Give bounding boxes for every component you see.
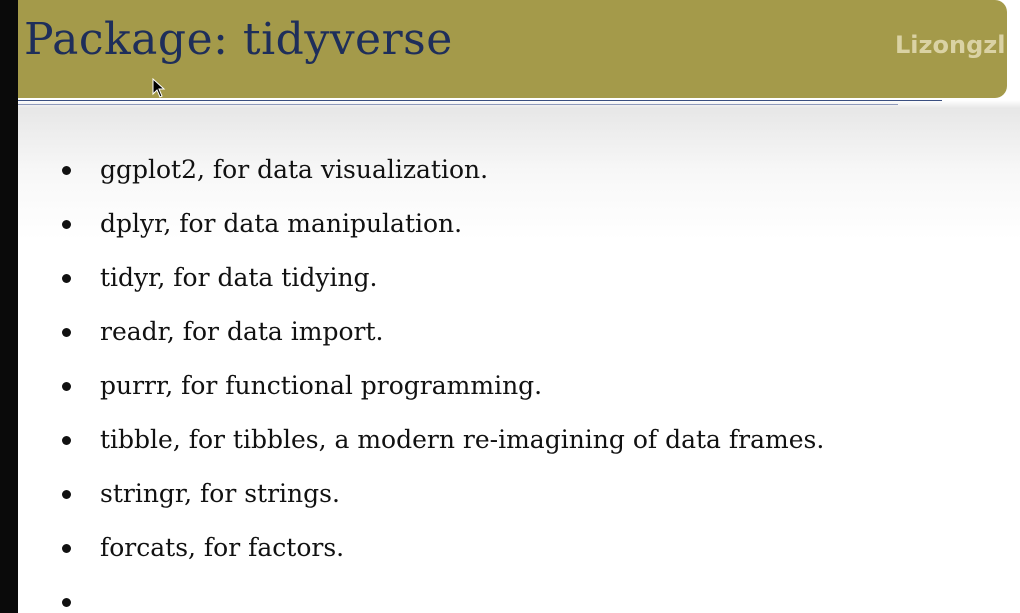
bullet-text: readr, for data import. — [100, 317, 384, 346]
bullet-icon — [62, 166, 71, 175]
bullet-list: ggplot2, for data visualization. dplyr, … — [58, 143, 824, 613]
bullet-icon — [62, 382, 71, 391]
list-item: stringr, for strings. — [58, 467, 824, 521]
bullet-icon — [62, 274, 71, 283]
list-item: tibble, for tibbles, a modern re-imagini… — [58, 413, 824, 467]
bullet-icon — [62, 328, 71, 337]
bullet-text: forcats, for factors. — [100, 533, 345, 562]
screen-frame: Package: tidyverse Lizongzl ggplot2, for… — [0, 0, 1020, 613]
bullet-text: tidyr, for data tidying. — [100, 263, 378, 292]
bullet-icon — [62, 544, 71, 553]
list-item: dplyr, for data manipulation. — [58, 197, 824, 251]
list-item: forcats, for factors. — [58, 521, 824, 575]
left-window-edge — [0, 0, 18, 613]
list-item: ggplot2, for data visualization. — [58, 143, 824, 197]
list-item: readr, for data import. — [58, 305, 824, 359]
bullet-text: dplyr, for data manipulation. — [100, 209, 463, 238]
list-item: purrr, for functional programming. — [58, 359, 824, 413]
bullet-text: stringr, for strings. — [100, 479, 340, 508]
bullet-icon — [62, 490, 71, 499]
slide-title: Package: tidyverse — [24, 14, 453, 65]
list-item — [58, 575, 824, 613]
bullet-text: tibble, for tibbles, a modern re-imagini… — [100, 425, 825, 454]
title-bar: Package: tidyverse Lizongzl — [18, 0, 1007, 98]
list-item: tidyr, for data tidying. — [58, 251, 824, 305]
title-underline — [18, 100, 942, 101]
bullet-text: purrr, for functional programming. — [100, 371, 543, 400]
presentation-slide: Package: tidyverse Lizongzl ggplot2, for… — [18, 0, 1020, 613]
bullet-icon — [62, 598, 71, 607]
watermark-text: Lizongzl — [895, 31, 1006, 59]
bullet-icon — [62, 436, 71, 445]
bullet-text: ggplot2, for data visualization. — [100, 155, 489, 184]
bullet-icon — [62, 220, 71, 229]
title-underline-secondary — [18, 104, 898, 105]
